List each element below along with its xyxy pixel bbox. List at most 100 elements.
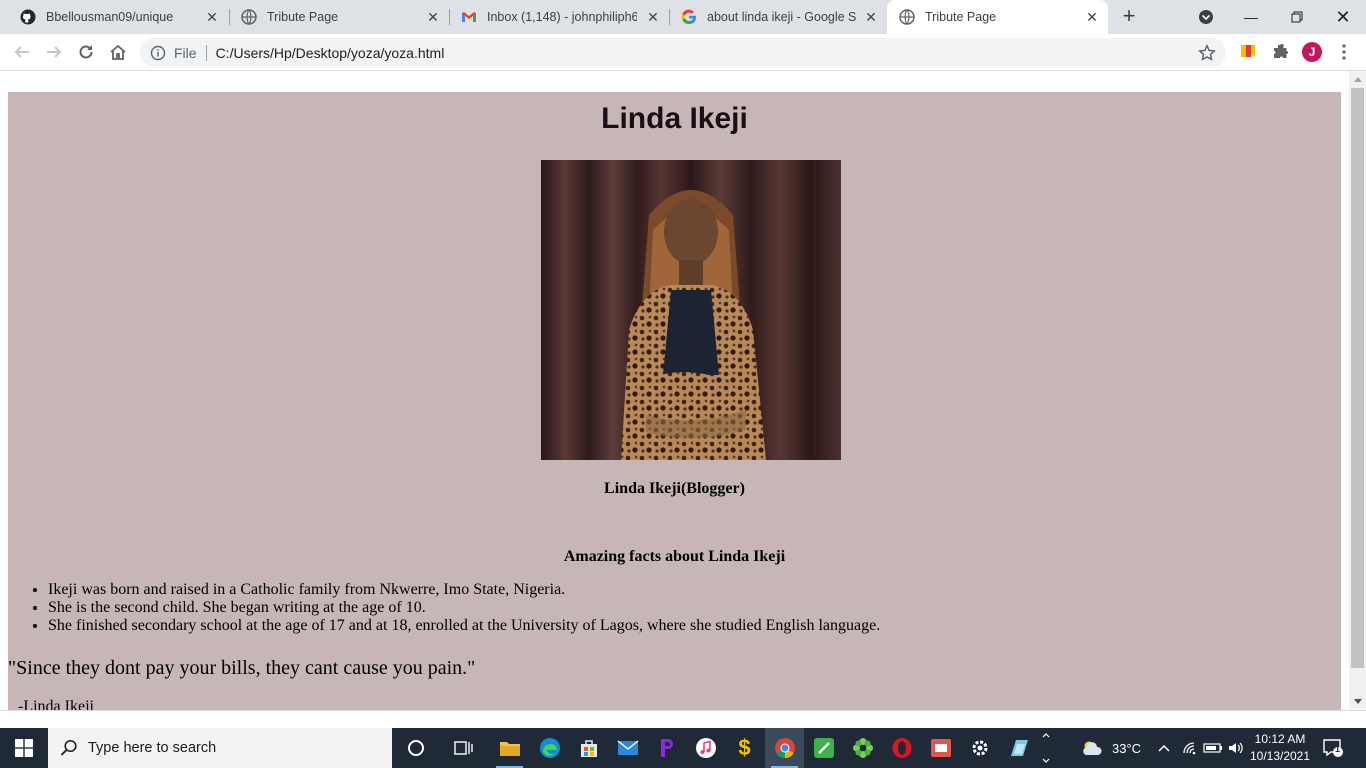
close-icon[interactable]: ✕ [863,9,879,25]
page-viewport: Linda Ikeji Linda Ikeji(Blogger) Amazing… [0,71,1366,710]
profile-avatar[interactable]: J [1302,42,1322,62]
address-separator [205,44,207,61]
tab-tribute-page-active[interactable]: Tribute Page ✕ [887,0,1108,34]
home-button[interactable] [106,40,130,64]
folder-icon [499,742,520,756]
reload-icon [79,45,93,59]
windows-logo-icon [15,739,33,757]
extension-button[interactable] [1238,42,1258,62]
close-icon[interactable]: ✕ [204,9,220,25]
p-app-icon [660,739,673,757]
wifi-button[interactable] [1182,728,1200,768]
scroll-down-button[interactable] [1349,693,1366,710]
back-button[interactable] [10,40,34,64]
presentation-icon [930,739,951,757]
wifi-icon [1183,742,1196,755]
tab-gmail-inbox[interactable]: Inbox (1,148) - johnphiliph64 ✕ [449,0,669,34]
weather-widget[interactable]: 33°C [1080,728,1141,768]
close-icon[interactable]: ✕ [425,9,441,25]
editor-button[interactable] [804,728,843,768]
photo-caption: Linda Ikeji(Blogger) [604,480,745,497]
cortana-button[interactable] [396,728,435,768]
money-app-button[interactable]: $ [725,728,764,768]
icq-button[interactable] [843,728,882,768]
task-view-button[interactable] [444,728,483,768]
home-icon [110,44,126,60]
itunes-button[interactable] [686,728,725,768]
facts-heading: Amazing facts about Linda Ikeji [563,548,786,565]
new-tab-button[interactable]: + [1117,5,1141,29]
action-center-button[interactable]: 1 [1322,738,1344,758]
taskbar-clock[interactable]: 10:12 AM 10/13/2021 [1248,731,1312,765]
list-item: She finished secondary school at the age… [48,617,880,635]
volume-button[interactable] [1228,728,1244,768]
tab-title: about linda ikeji - Google Sea [707,10,857,24]
restore-icon [1291,11,1303,23]
clock-date: 10/13/2021 [1249,749,1311,763]
store-button[interactable] [569,728,608,768]
paint-app-button[interactable] [999,728,1038,768]
gmail-icon [462,12,476,22]
edge-button[interactable] [530,728,569,768]
store-icon [580,740,597,757]
facts-list: Ikeji was born and raised in a Catholic … [48,581,880,635]
close-icon[interactable]: ✕ [1084,9,1100,25]
browser-menu-button[interactable] [1334,42,1354,62]
tab-github[interactable]: Bbellousman09/unique ✕ [8,0,228,34]
opera-button[interactable] [882,728,921,768]
dollar-icon: $ [738,735,751,760]
page-title: Linda Ikeji [601,102,748,135]
bookmark-star-icon[interactable] [1198,44,1216,62]
close-window-button[interactable]: ✕ [1320,0,1366,34]
opera-icon [892,738,911,758]
clock-time: 10:12 AM [1254,732,1306,746]
file-explorer-button[interactable] [490,728,529,768]
battery-button[interactable] [1203,728,1223,768]
close-icon[interactable]: ✕ [645,9,661,25]
editor-icon [813,738,834,758]
tribute-page-main: Linda Ikeji Linda Ikeji(Blogger) Amazing… [8,92,1341,710]
globe-icon [899,9,915,25]
presentation-app-button[interactable] [921,728,960,768]
forward-arrow-icon [47,46,62,58]
chrome-button[interactable] [765,728,804,768]
address-bar[interactable]: File C:/Users/Hp/Desktop/yoza/yoza.html [140,38,1226,67]
minimize-button[interactable]: — [1228,0,1274,34]
quote-text: "Since they dont pay your bills, they ca… [8,657,476,679]
taskbar-search[interactable]: Type here to search [48,728,392,768]
scroll-thumb[interactable] [1351,88,1364,668]
reload-button[interactable] [74,40,98,64]
mail-button[interactable] [608,728,647,768]
google-icon [681,9,696,25]
battery-icon [1203,743,1222,753]
start-button[interactable] [0,728,48,768]
tab-google-search[interactable]: about linda ikeji - Google Sea ✕ [669,0,887,34]
restore-button[interactable] [1274,0,1320,34]
extension-flag-icon [1241,45,1255,57]
list-item: She is the second child. She began writi… [48,599,880,617]
tab-title: Inbox (1,148) - johnphiliph64 [487,10,637,24]
show-hidden-icons-button[interactable] [1157,728,1171,768]
tab-search-icon[interactable] [1197,8,1215,26]
extensions-menu-button[interactable] [1270,42,1290,62]
tab-strip: Bbellousman09/unique ✕ Tribute Page ✕ In… [0,0,1366,34]
chevron-up-icon [1158,744,1170,752]
tab-tribute-page[interactable]: Tribute Page ✕ [229,0,449,34]
app-p-button[interactable] [647,728,686,768]
page-scrollbar[interactable] [1349,71,1366,710]
url-text[interactable]: C:/Users/Hp/Desktop/yoza/yoza.html [216,45,445,61]
forward-button[interactable] [42,40,66,64]
gear-icon [972,740,987,756]
browser-toolbar: File C:/Users/Hp/Desktop/yoza/yoza.html … [0,34,1366,71]
speaker-icon [1229,742,1243,754]
linda-ikeji-photo [541,160,841,460]
github-icon [20,9,36,25]
windows-taskbar: Type here to search $ 33°C 10:12 AM 10/1… [0,728,1366,768]
tray-overflow-button[interactable] [1041,728,1051,768]
scroll-up-button[interactable] [1349,71,1366,88]
info-icon[interactable] [150,45,166,61]
tab-title: Bbellousman09/unique [46,10,174,24]
portrait-image [541,160,841,460]
globe-icon [241,9,257,25]
settings-button[interactable] [960,728,999,768]
